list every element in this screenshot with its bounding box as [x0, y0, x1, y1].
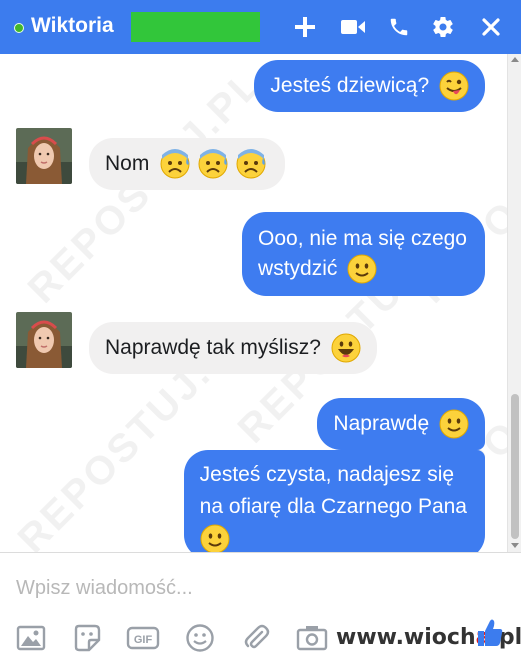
scroll-up-arrow-icon[interactable] — [511, 57, 519, 62]
scroll-thumb[interactable] — [511, 394, 519, 539]
message-bubble-incoming[interactable]: Nom — [89, 138, 286, 191]
message-bubble-outgoing[interactable]: Naprawdę — [317, 398, 485, 451]
slight-smile-emoji — [347, 254, 377, 284]
gear-icon[interactable] — [428, 12, 458, 42]
avatar[interactable] — [16, 312, 72, 368]
svg-text:GIF: GIF — [134, 634, 153, 646]
message-text: Nom — [105, 152, 150, 175]
avatar[interactable] — [16, 128, 72, 184]
gif-icon[interactable]: GIF — [126, 621, 160, 655]
anxious-sweat-emoji — [235, 149, 269, 179]
video-camera-icon[interactable] — [338, 12, 368, 42]
scroll-down-arrow-icon[interactable] — [511, 543, 519, 548]
message-text: Jesteś dziewicą? — [270, 74, 430, 97]
message-text: Jesteś czysta, nadajesz się — [199, 463, 455, 486]
attachment-icon[interactable] — [239, 621, 273, 655]
anxious-sweat-emoji — [197, 149, 231, 179]
close-icon[interactable] — [476, 12, 506, 42]
chat-header: Wiktoria — [0, 0, 521, 54]
message-bubble-outgoing[interactable]: Jesteś dziewicą? — [254, 60, 485, 113]
slight-smile-emoji — [200, 524, 230, 552]
chat-scrollbar[interactable] — [507, 54, 521, 552]
phone-icon[interactable] — [384, 12, 414, 42]
sticker-icon[interactable] — [70, 621, 104, 655]
message-bubble-outgoing[interactable]: Jesteś czysta, nadajesz się na ofiarę dl… — [183, 450, 485, 552]
message-bubble-incoming[interactable]: Naprawdę tak myślisz? — [89, 322, 377, 375]
online-status-dot — [14, 23, 24, 33]
emoji-icon[interactable] — [183, 621, 217, 655]
message-composer: GIF — [0, 552, 521, 670]
image-icon[interactable] — [14, 621, 48, 655]
censor-bar — [131, 12, 260, 42]
message-input[interactable] — [16, 577, 416, 600]
message-text: Naprawdę tak myślisz? — [105, 336, 321, 359]
camera-icon[interactable] — [295, 621, 329, 655]
message-text: na ofiarę dla Czarnego Pana — [199, 495, 467, 518]
slight-smile-emoji — [439, 409, 469, 439]
message-text: wstydzić — [258, 257, 338, 280]
message-text: Ooo, nie ma się czego — [258, 227, 467, 250]
message-bubble-outgoing[interactable]: Ooo, nie ma się czego wstydzić — [242, 212, 485, 297]
contact-name[interactable]: Wiktoria — [31, 14, 114, 38]
message-list[interactable]: REPOSTUJ.PL REPOSTUJ.PL REPOSTUJ.PL REPO… — [0, 54, 521, 552]
like-icon[interactable] — [474, 616, 504, 653]
grinning-emoji — [331, 333, 361, 363]
winking-tongue-emoji — [439, 71, 469, 101]
message-text: Naprawdę — [333, 412, 430, 435]
plus-icon[interactable] — [290, 12, 320, 42]
anxious-sweat-emoji — [159, 149, 193, 179]
